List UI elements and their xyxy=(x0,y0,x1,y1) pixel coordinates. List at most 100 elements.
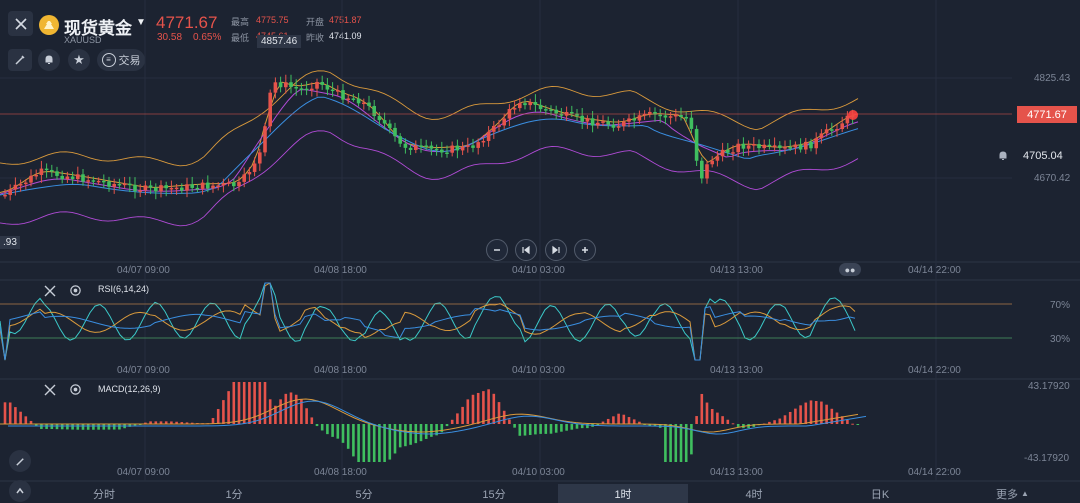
time-label: 04/10 03:00 xyxy=(512,365,565,376)
macd-histogram-bar xyxy=(92,424,95,430)
macd-settings-button[interactable] xyxy=(69,383,83,397)
macd-histogram-bar xyxy=(289,392,293,424)
min-price-value: .93 xyxy=(3,237,17,248)
time-label: 04/14 22:00 xyxy=(908,265,961,276)
rsi-settings-button[interactable] xyxy=(69,284,83,298)
candle-body xyxy=(315,81,319,89)
chart-canvas[interactable] xyxy=(0,0,1080,503)
candle-body xyxy=(715,156,720,161)
candle-body xyxy=(783,147,787,149)
expand-tools-button[interactable] xyxy=(9,480,31,502)
time-label: 04/13 13:00 xyxy=(710,365,763,376)
candle-body xyxy=(798,144,803,150)
skip-back-icon xyxy=(522,245,530,255)
macd-histogram-bar xyxy=(809,400,813,424)
chart-settings-toggle[interactable]: ●● xyxy=(839,263,861,276)
candle-body xyxy=(102,180,106,183)
zoom-out-button[interactable] xyxy=(486,239,508,261)
candle-body xyxy=(679,114,683,118)
timeframe-label: 1分 xyxy=(225,488,243,501)
pen-tool-button[interactable] xyxy=(9,450,31,472)
candle-body xyxy=(570,111,574,114)
rsi-close-button[interactable] xyxy=(43,284,57,298)
macd-histogram-bar xyxy=(320,424,324,431)
price-alert-tag[interactable]: 4705.04 xyxy=(997,147,1075,165)
candle-body xyxy=(814,138,818,149)
macd-histogram-bar xyxy=(778,418,782,424)
candle-body xyxy=(284,82,288,88)
timeframe-label: 1时 xyxy=(614,488,632,501)
candle-body xyxy=(757,144,761,149)
candle-body xyxy=(18,184,23,186)
candle-body xyxy=(148,185,153,188)
macd-histogram-bar xyxy=(606,418,610,424)
candle-body xyxy=(341,90,345,100)
scroll-start-button[interactable] xyxy=(515,239,537,261)
candle-body xyxy=(523,103,527,106)
candle-body xyxy=(278,82,283,88)
macd-histogram-bar xyxy=(398,424,402,448)
macd-close-button[interactable] xyxy=(43,383,57,397)
scroll-end-button[interactable] xyxy=(545,239,567,261)
candle-body xyxy=(528,102,532,106)
timeframe-label: 15分 xyxy=(482,488,506,501)
timeframe-tab-active[interactable]: 1时 xyxy=(558,484,688,503)
candle-body xyxy=(65,176,70,180)
candle-body xyxy=(471,145,475,148)
timeframe-tab[interactable]: 1分 xyxy=(170,484,298,503)
candle-body xyxy=(450,145,454,153)
candle-body xyxy=(788,147,792,149)
candle-body xyxy=(616,126,621,128)
candle-body xyxy=(492,125,496,132)
macd-histogram-bar xyxy=(549,424,553,434)
zoom-in-button[interactable] xyxy=(574,239,596,261)
macd-histogram-bar xyxy=(846,419,849,424)
macd-histogram-bar xyxy=(804,402,808,424)
time-label: 04/13 13:00 xyxy=(710,467,763,478)
timeframe-tab[interactable]: 日K xyxy=(820,484,940,503)
macd-histogram-bar xyxy=(794,408,797,424)
current-price-tag-value: 4771.67 xyxy=(1027,108,1067,121)
timeframe-label: 更多 xyxy=(996,488,1019,501)
timeframe-tab[interactable]: 5分 xyxy=(300,484,428,503)
timeframe-tab[interactable]: 分时 xyxy=(40,484,168,503)
time-label: 04/14 22:00 xyxy=(908,365,961,376)
candle-body xyxy=(637,115,642,121)
macd-histogram-bar xyxy=(684,424,688,462)
macd-histogram-bar xyxy=(60,424,64,430)
candle-body xyxy=(174,187,179,190)
candle-body xyxy=(39,168,44,175)
timeframe-tab[interactable]: 15分 xyxy=(430,484,558,503)
candle-body xyxy=(830,129,834,131)
macd-histogram-bar xyxy=(632,419,636,424)
timeframe-tab[interactable]: 4时 xyxy=(690,484,818,503)
candle-body xyxy=(544,109,548,111)
macd-histogram-bar xyxy=(773,420,776,424)
candle-body xyxy=(580,115,584,122)
candle-body xyxy=(419,145,423,147)
rsi-level-low: 30% xyxy=(1050,334,1071,345)
candle-body xyxy=(596,122,600,126)
candle-body xyxy=(221,183,226,186)
macd-histogram-bar xyxy=(107,424,111,430)
macd-histogram-bar xyxy=(268,399,272,424)
candle-body xyxy=(606,121,610,125)
timeframe-more[interactable]: 更多 ▲ xyxy=(945,484,1080,503)
candle-body xyxy=(237,181,241,187)
time-label: 04/07 09:00 xyxy=(117,467,170,478)
candle-body xyxy=(372,105,376,117)
candle-body xyxy=(107,181,111,187)
macd-histogram-bar xyxy=(357,424,360,462)
macd-histogram-bar xyxy=(456,413,459,424)
macd-histogram-bar xyxy=(346,424,350,449)
macd-histogram-bar xyxy=(227,391,230,424)
macd-histogram-bar xyxy=(19,411,22,424)
macd-histogram-bar xyxy=(466,399,470,424)
macd-label: MACD(12,26,9) xyxy=(98,384,161,394)
macd-histogram-bar xyxy=(788,411,792,424)
candle-body xyxy=(169,187,174,190)
macd-histogram-bar xyxy=(508,419,511,424)
macd-histogram-bar xyxy=(544,424,548,434)
macd-histogram-bar xyxy=(222,400,225,424)
macd-histogram-bar xyxy=(14,407,17,424)
